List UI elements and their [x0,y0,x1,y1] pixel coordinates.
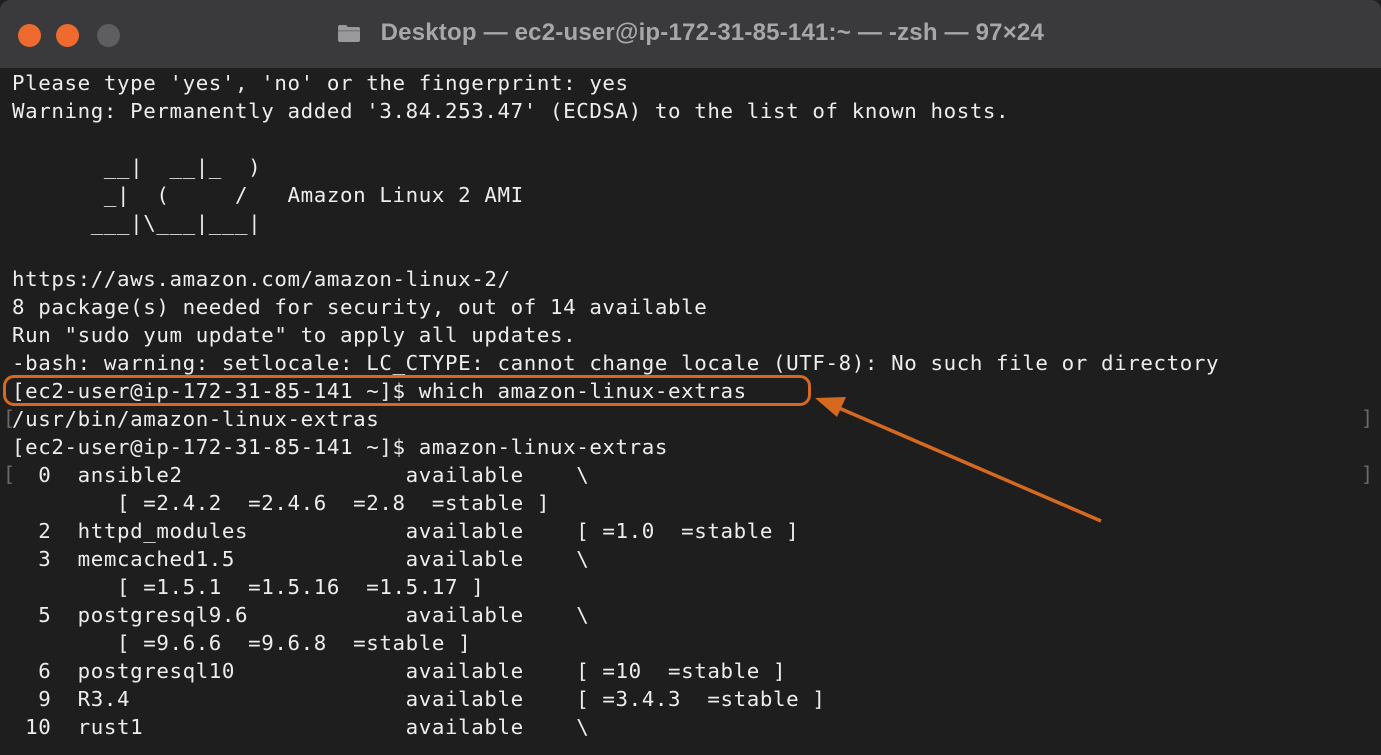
terminal-line: 10 rust1 available \ [12,715,590,739]
terminal-line: 9 R3.4 available [ =3.4.3 =stable ] [12,687,826,711]
terminal-line: ___|\___|___| [12,211,262,235]
terminal-line: [ec2-user@ip-172-31-85-141 ~]$ amazon-li… [12,435,669,459]
terminal-line: [ec2-user@ip-172-31-85-141 ~]$ which ama… [12,379,747,403]
terminal-line: https://aws.amazon.com/amazon-linux-2/ [12,267,511,291]
terminal-line: Please type 'yes', 'no' or the fingerpri… [12,71,629,95]
terminal-line: Warning: Permanently added '3.84.253.47'… [12,99,1010,123]
terminal-line: 3 memcached1.5 available \ [12,547,590,571]
window-title: Desktop — ec2-user@ip-172-31-85-141:~ — … [380,19,1045,46]
terminal-line: [ =9.6.6 =9.6.8 =stable ] [12,631,472,655]
selection-bracket-right: ] [1360,462,1373,486]
terminal-line: 0 ansible2 available \ [12,463,590,487]
terminal-line: 2 httpd_modules available [ =1.0 =stable… [12,519,800,543]
window-title-container: Desktop — ec2-user@ip-172-31-85-141:~ — … [0,19,1381,47]
selection-bracket-right: ] [1360,406,1373,430]
terminal-line: [ =2.4.2 =2.4.6 =2.8 =stable ] [12,491,550,515]
title-bar[interactable]: Desktop — ec2-user@ip-172-31-85-141:~ — … [0,0,1381,69]
terminal-line: Run "sudo yum update" to apply all updat… [12,323,577,347]
terminal-line: __| __|_ ) [12,155,262,179]
terminal-line: -bash: warning: setlocale: LC_CTYPE: can… [12,351,1220,375]
terminal-line: 8 package(s) needed for security, out of… [12,295,708,319]
terminal-line: 5 postgresql9.6 available \ [12,603,590,627]
terminal-line: /usr/bin/amazon-linux-extras [12,407,380,431]
terminal-window: Desktop — ec2-user@ip-172-31-85-141:~ — … [0,0,1381,755]
terminal-line: [ =1.5.1 =1.5.16 =1.5.17 ] [12,575,485,599]
folder-icon [337,24,361,43]
terminal-line: 6 postgresql10 available [ =10 =stable ] [12,659,787,683]
terminal-output[interactable]: [ ] [ ] Please type 'yes', 'no' or the f… [0,68,1381,755]
terminal-line: _| ( / Amazon Linux 2 AMI [12,183,524,207]
